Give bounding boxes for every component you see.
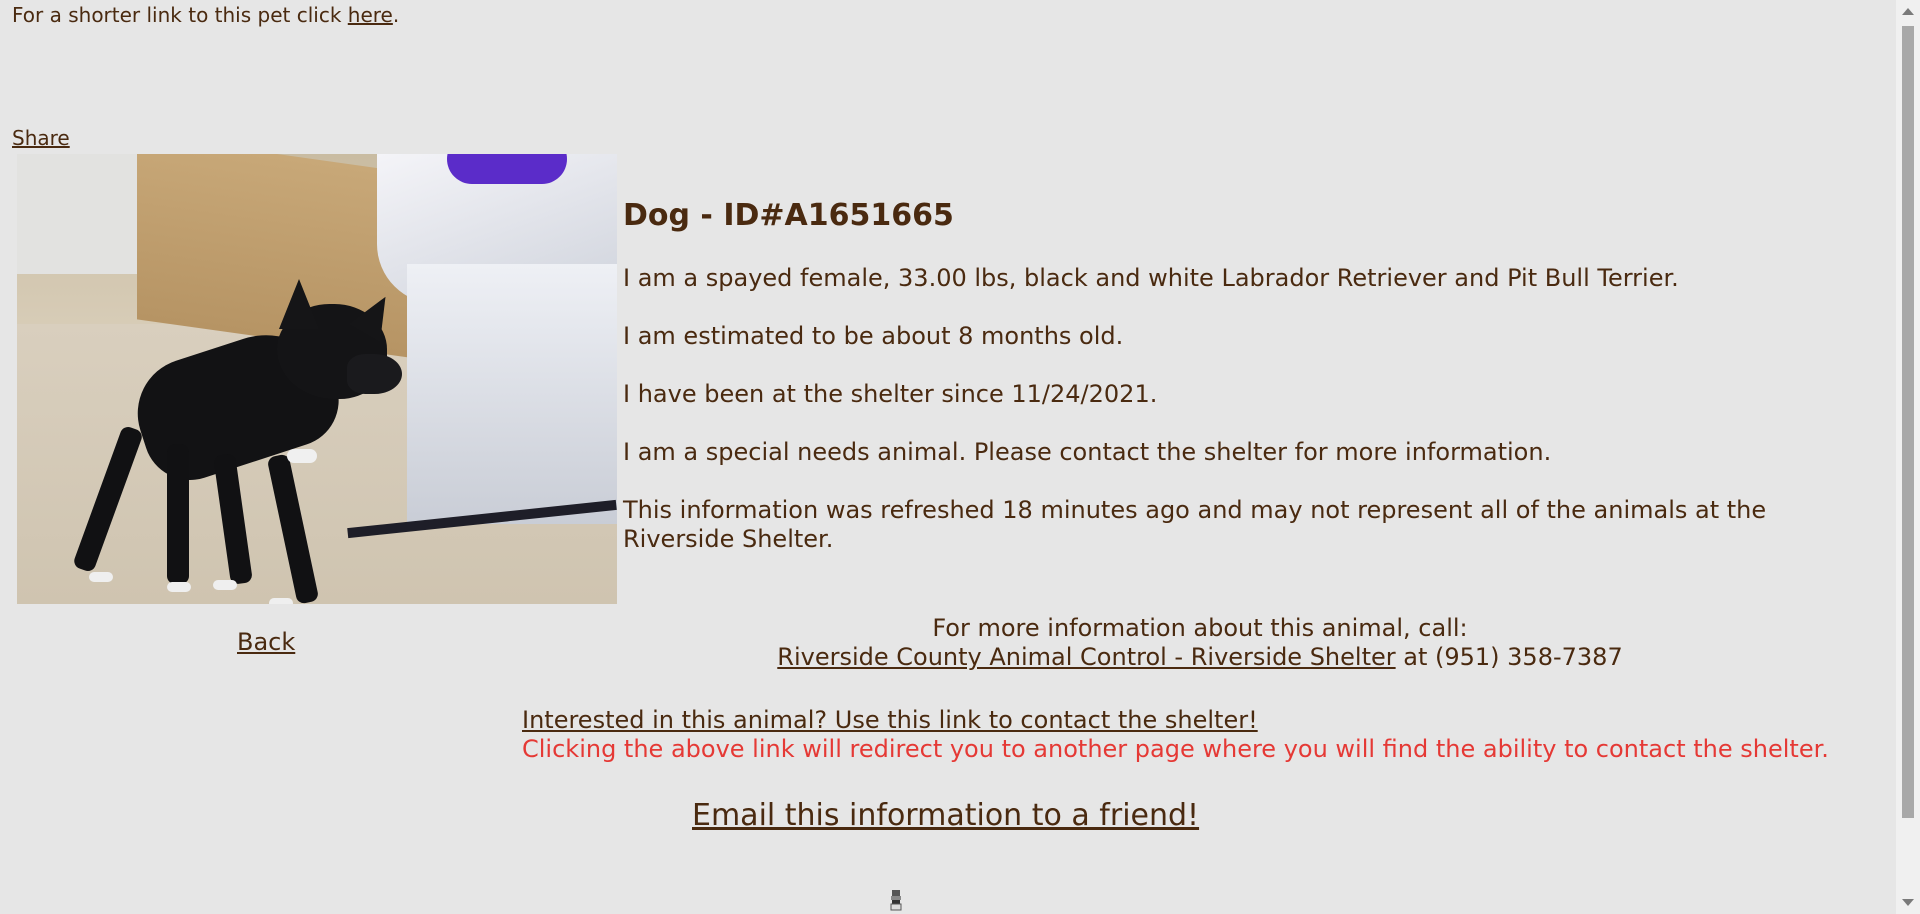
redirect-warning: Clicking the above link will redirect yo… (522, 735, 1829, 763)
scrollbar-thumb[interactable] (1902, 26, 1914, 818)
email-friend-link[interactable]: Email this information to a friend! (692, 798, 1199, 833)
refresh-note: This information was refreshed 18 minute… (623, 496, 1767, 553)
animal-age: I am estimated to be about 8 months old. (623, 322, 1124, 350)
animal-info: Dog - ID#A1651665 I am a spayed female, … (623, 196, 1843, 583)
shelter-link[interactable]: Riverside County Animal Control - Rivers… (777, 643, 1395, 671)
short-link-suffix: . (392, 3, 400, 27)
back-link[interactable]: Back (237, 628, 295, 656)
contact-shelter-link[interactable]: Interested in this animal? Use this link… (522, 706, 1258, 734)
animal-title: Dog - ID#A1651665 (623, 198, 954, 233)
vertical-scrollbar[interactable] (1896, 0, 1920, 914)
short-link-line: For a shorter link to this pet click her… (12, 3, 399, 27)
chevron-down-icon[interactable] (1902, 899, 1914, 906)
contact-block: Interested in this animal? Use this link… (522, 706, 1829, 764)
pet-photo (17, 154, 617, 604)
call-info: For more information about this animal, … (520, 614, 1880, 672)
animal-description: I am a spayed female, 33.00 lbs, black a… (623, 264, 1679, 292)
lighthouse-icon (890, 890, 902, 911)
chevron-up-icon[interactable] (1902, 8, 1914, 15)
short-link-prefix: For a shorter link to this pet click (12, 3, 348, 27)
share-link[interactable]: Share (12, 126, 70, 150)
shelter-line: Riverside County Animal Control - Rivers… (520, 643, 1880, 672)
animal-special-needs: I am a special needs animal. Please cont… (623, 438, 1552, 466)
shelter-phone: at (951) 358-7387 (1395, 643, 1623, 671)
call-line: For more information about this animal, … (932, 614, 1468, 642)
animal-shelter-since: I have been at the shelter since 11/24/2… (623, 380, 1158, 408)
pet-detail-page: For a shorter link to this pet click her… (0, 0, 1920, 914)
short-link-here[interactable]: here (348, 3, 393, 27)
